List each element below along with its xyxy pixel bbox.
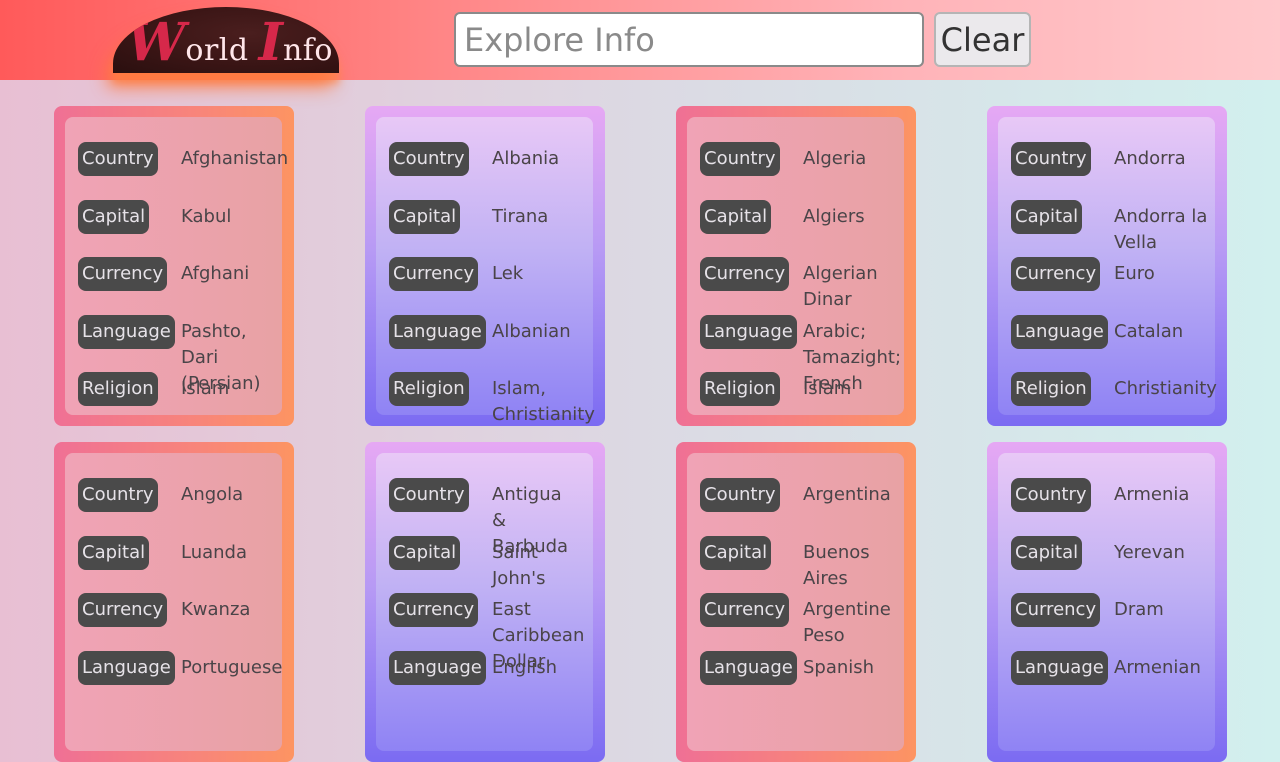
currency-label: Currency <box>700 593 790 627</box>
country-label: Country <box>78 142 158 176</box>
capital-value: Algiers <box>803 206 865 227</box>
religion-value: Islam <box>803 378 852 399</box>
language-label: Language <box>1011 651 1108 685</box>
country-label: Country <box>700 142 780 176</box>
capital-label: Capital <box>389 536 461 570</box>
currency-label: Currency <box>389 593 479 627</box>
clear-button[interactable]: Clear <box>934 12 1031 67</box>
capital-value: Luanda <box>181 542 248 563</box>
capital-label: Capital <box>389 200 461 234</box>
capital-value: Saint John's <box>492 542 546 589</box>
currency-value: Kwanza <box>181 599 251 620</box>
currency-value: Dram <box>1114 599 1164 620</box>
country-label: Country <box>1011 478 1091 512</box>
logo-text-nfo: nfo <box>282 33 333 68</box>
country-value: Algeria <box>803 148 867 169</box>
language-label: Language <box>78 315 175 349</box>
language-value: English <box>492 657 557 678</box>
language-value: Spanish <box>803 657 875 678</box>
search-input[interactable] <box>454 12 924 67</box>
country-value: Andorra <box>1114 148 1186 169</box>
currency-label: Currency <box>1011 593 1101 627</box>
language-value: Armenian <box>1114 657 1201 678</box>
world-info-logo: World Info <box>113 7 339 73</box>
logo-letter-w: W <box>127 12 186 73</box>
country-value: Afghanistan <box>181 148 289 169</box>
capital-label: Capital <box>1011 200 1083 234</box>
capital-value: Tirana <box>492 206 549 227</box>
country-card: Country Angola Capital Luanda Currency K… <box>54 442 294 762</box>
country-label: Country <box>389 478 469 512</box>
country-card: Country Armenia Capital Yerevan Currency… <box>987 442 1227 762</box>
language-label: Language <box>700 315 797 349</box>
country-value: Angola <box>181 484 244 505</box>
language-label: Language <box>78 651 175 685</box>
currency-value: Lek <box>492 263 524 284</box>
logo-text-orld: orld <box>185 33 259 68</box>
religion-label: Religion <box>700 372 780 406</box>
capital-label: Capital <box>700 200 772 234</box>
religion-value: Islam, Christianity <box>492 378 595 425</box>
language-label: Language <box>1011 315 1108 349</box>
top-header-bar: World Info Clear <box>0 0 1280 80</box>
capital-label: Capital <box>1011 536 1083 570</box>
country-label: Country <box>700 478 780 512</box>
country-card: Country Andorra Capital Andorra la Vella… <box>987 106 1227 426</box>
country-card: Country Argentina Capital Buenos Aires C… <box>676 442 916 762</box>
currency-label: Currency <box>1011 257 1101 291</box>
currency-label: Currency <box>389 257 479 291</box>
logo-text: World Info <box>127 17 333 69</box>
currency-value: Afghani <box>181 263 250 284</box>
religion-value: Islam <box>181 378 230 399</box>
country-card: Country Algeria Capital Algiers Currency… <box>676 106 916 426</box>
currency-value: Euro <box>1114 263 1155 284</box>
currency-value: Algerian Dinar <box>803 263 878 310</box>
country-card-grid: Country Afghanistan Capital Kabul Curren… <box>0 80 1280 762</box>
capital-value: Andorra la Vella <box>1114 206 1208 253</box>
country-label: Country <box>1011 142 1091 176</box>
language-label: Language <box>389 315 486 349</box>
country-value: Albania <box>492 148 560 169</box>
country-card: Country Albania Capital Tirana Currency … <box>365 106 605 426</box>
capital-label: Capital <box>78 536 150 570</box>
religion-label: Religion <box>389 372 469 406</box>
religion-label: Religion <box>78 372 158 406</box>
country-card: Country Afghanistan Capital Kabul Curren… <box>54 106 294 426</box>
currency-label: Currency <box>78 257 168 291</box>
country-card: Country Antigua & Barbuda Capital Saint … <box>365 442 605 762</box>
capital-label: Capital <box>78 200 150 234</box>
language-value: Albanian <box>492 321 571 342</box>
currency-label: Currency <box>78 593 168 627</box>
currency-value: Argentine Peso <box>803 599 891 646</box>
religion-label: Religion <box>1011 372 1091 406</box>
capital-value: Kabul <box>181 206 232 227</box>
capital-value: Yerevan <box>1114 542 1185 563</box>
language-value: Catalan <box>1114 321 1184 342</box>
capital-value: Buenos Aires <box>803 542 870 589</box>
language-value: Portuguese <box>181 657 283 678</box>
country-label: Country <box>389 142 469 176</box>
country-value: Argentina <box>803 484 891 505</box>
country-value: Armenia <box>1114 484 1190 505</box>
language-label: Language <box>389 651 486 685</box>
capital-label: Capital <box>700 536 772 570</box>
currency-label: Currency <box>700 257 790 291</box>
language-label: Language <box>700 651 797 685</box>
religion-value: Christianity <box>1114 378 1217 399</box>
logo-letter-i: I <box>258 12 283 73</box>
country-label: Country <box>78 478 158 512</box>
